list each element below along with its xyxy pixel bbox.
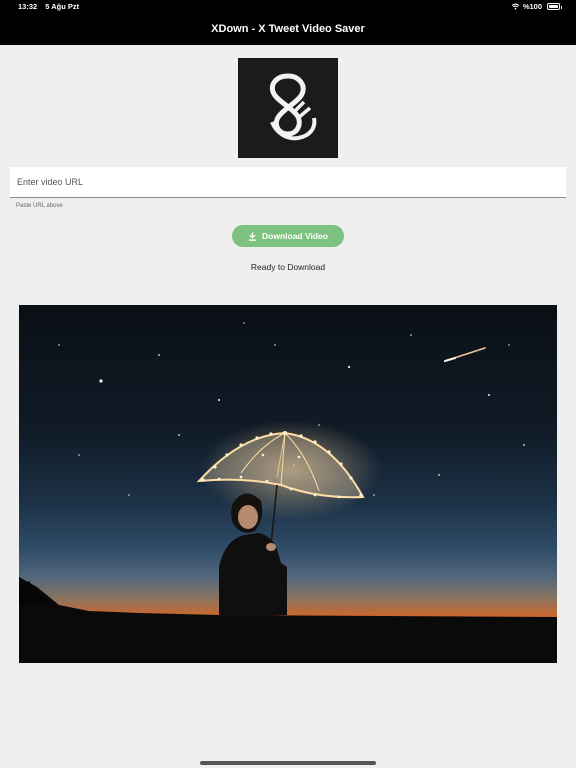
status-bar: 13:32 5 Ağu Pzt %100 xyxy=(0,0,576,14)
download-button-label: Download Video xyxy=(262,231,328,241)
helper-text: Paste URL above xyxy=(16,203,63,209)
download-icon xyxy=(248,231,257,241)
nav-title: XDown - X Tweet Video Saver xyxy=(0,14,576,45)
battery-percent: %100 xyxy=(522,2,542,11)
url-input[interactable] xyxy=(10,167,566,198)
preview-image xyxy=(19,305,557,663)
home-indicator[interactable] xyxy=(200,761,376,765)
status-message: Ready to Download xyxy=(250,262,326,272)
battery-icon xyxy=(547,3,562,10)
download-button[interactable]: Download Video xyxy=(232,225,344,247)
status-time: 13:32 xyxy=(18,2,38,11)
wifi-icon xyxy=(511,3,520,10)
status-date: 5 Ağu Pzt xyxy=(45,2,80,11)
app-logo-icon xyxy=(238,58,338,158)
